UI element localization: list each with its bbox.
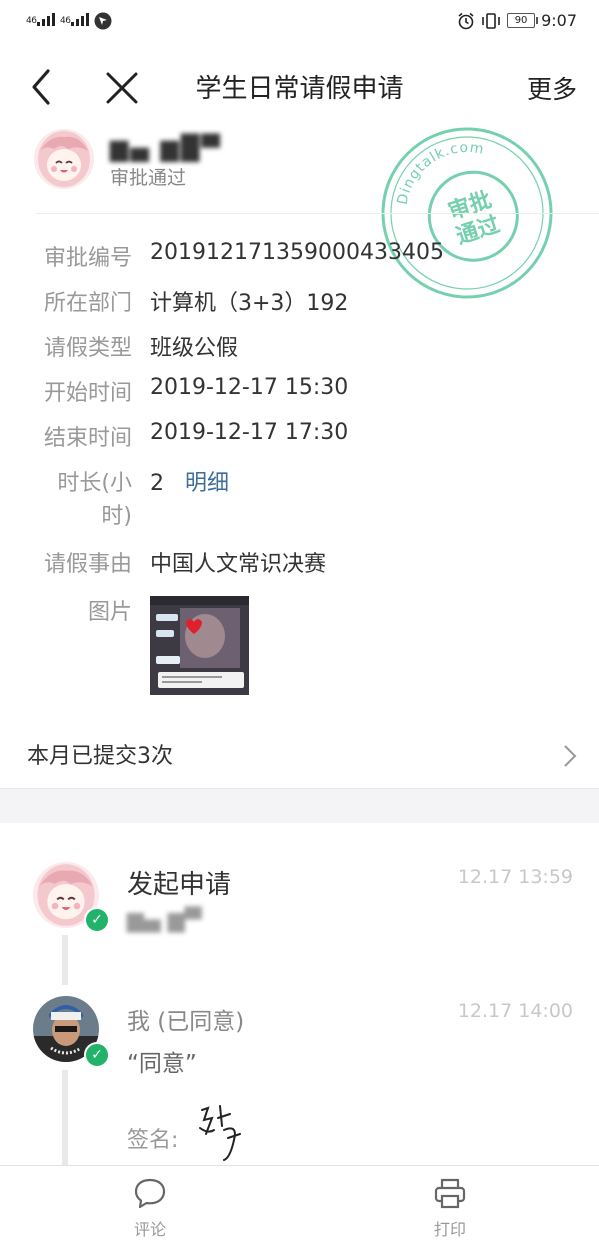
field-label-leave-type: 请假类型 [43,336,132,361]
alarm-icon [458,12,474,29]
field-value-start-time: 2019-12-17 15:30 [150,375,349,400]
approval-comment: “同意” [127,1051,197,1077]
timeline-connector [62,935,68,985]
field-label-duration-1: 时长(小 [57,471,132,496]
signature-label: 签名: [127,1128,179,1153]
field-value-reason: 中国人文常识决赛 [150,552,327,577]
field-label-reason: 请假事由 [43,552,132,577]
print-button[interactable]: 打印 [410,1174,490,1240]
field-value-department: 计算机（3+3）192 [150,291,349,316]
field-label-images: 图片 [87,600,132,625]
comment-button[interactable]: 评论 [110,1174,190,1240]
check-icon: ✓ [84,1042,110,1068]
approval-status: 审批通过 [110,167,187,189]
bottom-action-bar: 评论 打印 [0,1165,599,1247]
chevron-right-icon [564,745,577,767]
field-label-approval-no: 审批编号 [43,246,132,271]
timeline-step-time: 12.17 14:00 [457,1000,573,1022]
status-right: 90 9:07 [457,11,577,30]
monthly-submissions-row[interactable]: 本月已提交3次 [0,728,599,784]
duration-value: 2 [150,471,164,496]
page-title: 学生日常请假申请 [195,74,404,104]
printer-icon [434,1178,466,1209]
clock: 9:07 [541,11,577,30]
more-button[interactable]: 更多 [527,70,577,106]
signal-icon: 46 [60,12,90,26]
attachment-thumbnail[interactable] [150,596,249,695]
field-value-end-time: 2019-12-17 17:30 [150,420,349,445]
signal-label: 46 [26,16,37,26]
print-label: 打印 [433,1220,466,1239]
battery-icon: 90 [507,13,539,28]
check-icon: ✓ [84,907,110,933]
timeline-step-user: ▆▄ ▆▀ [127,908,202,933]
field-value-approval-no: 201912171359000433405 [150,240,444,265]
comment-label: 评论 [133,1220,166,1239]
timeline-step-title: 我 (已同意) [127,1009,245,1035]
comment-icon [134,1178,166,1209]
field-label-start-time: 开始时间 [43,381,132,406]
anime-girl-avatar-icon [34,129,94,189]
handwritten-signature [199,1105,241,1161]
app-icon [94,12,112,30]
status-bar: 46 46 90 9:07 [0,0,599,46]
timeline-connector [62,1070,68,1165]
avatar[interactable] [34,129,94,189]
timeline-step-time: 12.17 13:59 [457,866,573,888]
field-label-end-time: 结束时间 [43,426,132,451]
signal-icon: 46 [26,12,56,26]
chat-screenshot-image [150,596,249,695]
signal-label: 46 [60,16,71,26]
vibrate-icon [482,12,500,29]
applicant-name: ▆▄ ▆█▀ [110,134,222,162]
section-separator [0,788,599,823]
field-value-duration: 2 明细 [150,465,229,497]
divider [36,213,599,214]
duration-detail-link[interactable]: 明细 [185,471,229,496]
field-value-leave-type: 班级公假 [150,336,239,361]
timeline-step-title: 发起申请 [127,870,232,900]
field-label-department: 所在部门 [43,291,132,316]
field-label-duration-2: 时) [101,504,132,529]
monthly-submissions-text: 本月已提交3次 [27,744,173,769]
